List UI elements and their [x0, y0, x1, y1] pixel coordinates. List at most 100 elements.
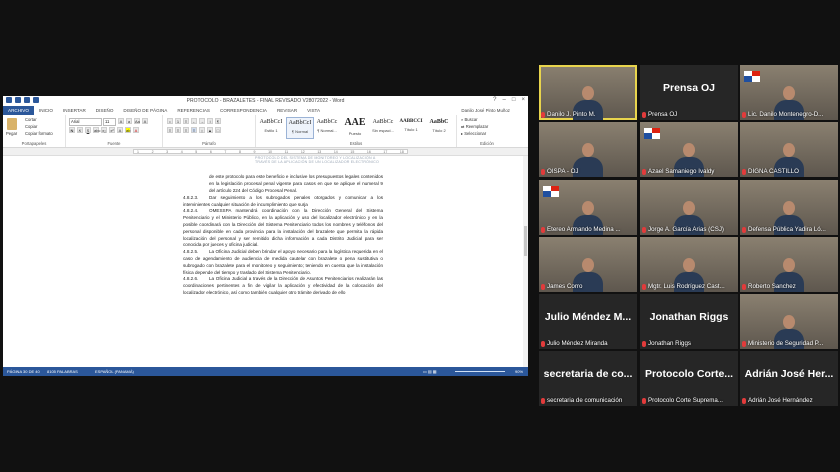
pilcrow-icon[interactable]: ¶	[215, 118, 221, 124]
tab-inicio[interactable]: INICIO	[34, 108, 58, 113]
vertical-scrollbar[interactable]	[523, 156, 528, 367]
align-right-icon[interactable]: ≡	[183, 127, 189, 133]
copy-button[interactable]: Copiar	[25, 124, 37, 129]
bullets-icon[interactable]: •	[167, 118, 173, 124]
document-area[interactable]: PROTOCOLO DEL SISTEMA DE MONITOREO Y LOC…	[3, 156, 528, 367]
participant-tile[interactable]: Jorge A. García Arias (CSJ)	[640, 180, 738, 235]
highlight-icon[interactable]: ab	[125, 127, 131, 133]
scrollbar-thumb[interactable]	[524, 226, 527, 256]
participant-tile[interactable]: secretaria de co... secretaria de comunic…	[539, 351, 637, 406]
participant-tile[interactable]: Roberto Sanchez	[740, 237, 838, 292]
paragraph[interactable]: 4.8.2.6. La Oficina Judicial a través de …	[183, 276, 383, 296]
view-buttons[interactable]: ▭ ▤ ▦	[423, 367, 437, 376]
page-count[interactable]: PÁGINA 30 DE 40	[7, 367, 40, 376]
change-case-icon[interactable]: Aa	[134, 118, 140, 124]
participant-tile[interactable]: Jonathan Riggs Jonathan Riggs	[640, 294, 738, 349]
participant-tile[interactable]: Azael Samaniego Ivaldy	[640, 122, 738, 177]
zoom-level[interactable]: 90%	[515, 367, 523, 376]
cut-button[interactable]: Cortar	[25, 117, 37, 122]
paragraph[interactable]: 4.8.2.3. Dar seguimiento a los subrogados…	[183, 195, 383, 209]
select-button[interactable]: ▸ Seleccionar	[461, 131, 486, 136]
participant-tile[interactable]: OISPA - OJ	[539, 122, 637, 177]
muted-mic-icon	[541, 226, 545, 233]
strikethrough-icon[interactable]: abc	[93, 127, 100, 133]
sort-icon[interactable]: ↕	[207, 118, 213, 124]
participant-tile[interactable]: James Corro	[539, 237, 637, 292]
participant-tile[interactable]: Danilo J. Pinto M.	[539, 65, 637, 120]
participant-tile[interactable]: Mgtr. Luis Rodríguez Cast...	[640, 237, 738, 292]
grow-font-icon[interactable]: A	[118, 118, 124, 124]
shrink-font-icon[interactable]: a	[126, 118, 132, 124]
font-size-select[interactable]: 11	[103, 118, 116, 126]
replace-button[interactable]: ⇄ Reemplazar	[461, 124, 488, 129]
participant-tile[interactable]: Julio Méndez M... Julio Méndez Miranda	[539, 294, 637, 349]
paragraph[interactable]: 4.8.2.4. OMESSPA mantendrá coordinación c…	[183, 208, 383, 249]
participant-tile[interactable]: Defensa Pública Yadira Ló...	[740, 180, 838, 235]
clear-format-icon[interactable]: A	[142, 118, 148, 124]
tab-diseno-de-pagina[interactable]: DISEÑO DE PÁGINA	[118, 108, 172, 113]
format-painter-button[interactable]: Copiar formato	[25, 131, 53, 136]
borders-icon[interactable]: □	[215, 127, 221, 133]
help-icon[interactable]: ?	[493, 97, 496, 103]
minimize-icon[interactable]: –	[503, 97, 506, 103]
subscript-icon[interactable]: x₂	[101, 127, 107, 133]
numbering-icon[interactable]: 1	[175, 118, 181, 124]
align-left-icon[interactable]: ≡	[167, 127, 173, 133]
participant-tile[interactable]: Adrián José Her... Adrián José Hernández	[740, 351, 838, 406]
maximize-icon[interactable]: □	[512, 97, 516, 103]
paragraph[interactable]: 4.8.2.5. La Oficina Judicial deben brinda…	[183, 249, 383, 276]
participant-tile[interactable]: DIGNA CASTILLO	[740, 122, 838, 177]
close-icon[interactable]: ×	[521, 97, 525, 103]
tab-revisar[interactable]: REVISAR	[272, 108, 302, 113]
participant-tile[interactable]: Protocolo Corte... Protocolo Corte Suprem…	[640, 351, 738, 406]
justify-icon[interactable]: ≡	[191, 127, 197, 133]
user-name[interactable]: Danilo José Pinto Muñoz	[461, 108, 528, 113]
tab-diseno[interactable]: DISEÑO	[91, 108, 119, 113]
style-normal-alt[interactable]: AaBbCc ¶ Normal...	[314, 117, 340, 137]
font-color-icon[interactable]: A	[133, 127, 139, 133]
participant-name-text: Azael Samaniego Ivaldy	[648, 168, 715, 175]
tab-referencias[interactable]: REFERENCIAS	[172, 108, 215, 113]
multilevel-list-icon[interactable]: ≡	[183, 118, 189, 124]
decrease-indent-icon[interactable]: ←	[191, 118, 197, 124]
participant-tile[interactable]: Lic. Danilo Montenegro-D...	[740, 65, 838, 120]
bold-icon[interactable]: N	[69, 127, 75, 133]
tab-correspondencia[interactable]: CORRESPONDENCIA	[215, 108, 272, 113]
participant-name: James Corro	[541, 283, 635, 290]
participant-tile[interactable]: Etereo Armando Medina ...	[539, 180, 637, 235]
font-name-select[interactable]: Arial	[69, 118, 102, 126]
tab-archivo[interactable]: ARCHIVO	[3, 106, 34, 115]
style-puesto[interactable]: AAE Puesto	[342, 117, 368, 137]
tab-vista[interactable]: VISTA	[302, 108, 325, 113]
language[interactable]: ESPAÑOL (PANAMÁ)	[95, 367, 134, 376]
replace-label: Reemplazar	[465, 124, 489, 129]
participant-name: secretaria de comunicación	[541, 397, 635, 404]
style-sin-espaciado[interactable]: AaBbCc Sin espaci...	[370, 117, 396, 137]
word-count[interactable]: 8105 PALABRAS	[47, 367, 78, 376]
find-button[interactable]: ⌕ Buscar	[461, 117, 478, 122]
increase-indent-icon[interactable]: →	[199, 118, 205, 124]
style-titulo-2[interactable]: AaBbC Título 2	[426, 117, 452, 137]
paste-icon[interactable]	[7, 118, 17, 130]
alignment-buttons: ≡ ≡ ≡ ≡ ↨ ▲ □	[167, 127, 221, 133]
style-estilo-1[interactable]: AaBbCcI Estilo 1	[258, 117, 284, 137]
participant-tile[interactable]: Ministerio de Seguridad P...	[740, 294, 838, 349]
horizontal-ruler[interactable]: 1 2 3 4 5 6 7 8 9 10 11 12 13 14 15 16 17 18	[3, 148, 528, 156]
align-center-icon[interactable]: ≡	[175, 127, 181, 133]
italic-icon[interactable]: K	[77, 127, 83, 133]
paragraph-text: de este protocolo para este beneficio e …	[209, 174, 383, 193]
text-effects-icon[interactable]: A	[117, 127, 123, 133]
shading-icon[interactable]: ▲	[207, 127, 213, 133]
paste-button[interactable]: Pegar	[6, 131, 17, 136]
paragraph[interactable]: de este protocolo para este beneficio e …	[183, 174, 383, 194]
document-page[interactable]: PROTOCOLO DEL SISTEMA DE MONITOREO Y LOC…	[183, 156, 383, 297]
style-normal[interactable]: AaBbCcI ¶ Normal	[286, 117, 314, 139]
superscript-icon[interactable]: x²	[109, 127, 115, 133]
line-spacing-icon[interactable]: ↨	[199, 127, 205, 133]
zoom-slider[interactable]	[455, 371, 505, 372]
participant-tile[interactable]: Prensa OJ Prensa OJ	[640, 65, 738, 120]
style-titulo-1[interactable]: AABBCCI Título 1	[398, 117, 424, 137]
tab-insertar[interactable]: INSERTAR	[58, 108, 91, 113]
underline-icon[interactable]: S	[85, 127, 91, 133]
muted-mic-icon	[742, 226, 746, 233]
